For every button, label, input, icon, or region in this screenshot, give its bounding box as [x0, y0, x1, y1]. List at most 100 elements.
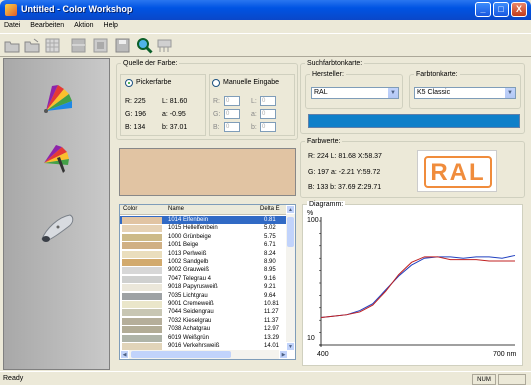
close-button[interactable]: X [511, 2, 527, 17]
spectrometer-icon[interactable] [38, 209, 78, 245]
color-cell [122, 217, 162, 224]
manual-a-label: a: [251, 111, 257, 118]
series-line-1 [320, 256, 515, 318]
main-panel: Quelle der Farbe: Pickerfarbe R: 225 G: … [112, 58, 528, 370]
picker-r: R: 225 [125, 98, 146, 105]
grid-icon[interactable] [44, 37, 61, 54]
save-icon[interactable] [24, 37, 41, 54]
name-cell: 1014 Elfenbein [168, 217, 209, 223]
scroll-thumb[interactable] [287, 217, 294, 247]
picker-label: Pickerfarbe [136, 79, 172, 86]
values-row-1: R: 224 L: 81.68 X:58.37 [308, 153, 382, 160]
hscroll-thumb[interactable] [131, 351, 231, 358]
table-row[interactable]: 1013 Perlweiß 8.24 [120, 250, 288, 258]
farbtonkarte-select[interactable]: K5 Classic ▼ [414, 87, 516, 99]
color-table[interactable]: Color Name Delta E 1014 Elfenbein 0.81 101… [119, 204, 296, 360]
color-fan-icon[interactable] [38, 81, 78, 117]
floppy-icon[interactable] [114, 37, 131, 54]
picker-g: G: 196 [125, 111, 147, 118]
table-row[interactable]: 1000 Grünbeige 5.75 [120, 233, 288, 241]
delta-cell: 8.24 [264, 250, 276, 257]
hersteller-value: RAL [314, 89, 328, 96]
title-bar[interactable]: Untitled - Color Workshop _ □ X [0, 0, 531, 20]
col-delta[interactable]: Delta E [260, 206, 280, 212]
table-row[interactable]: 9002 Grauweiß 8.95 [120, 266, 288, 275]
manual-r-input[interactable]: 0 [224, 96, 240, 106]
table-row[interactable]: 7047 Telegrau 4 9.16 [120, 275, 288, 283]
hersteller-select[interactable]: RAL ▼ [311, 87, 399, 99]
frame-icon[interactable] [92, 37, 109, 54]
menu-aktion[interactable]: Aktion [70, 20, 97, 29]
measure-icon[interactable] [156, 37, 173, 54]
manual-g-label: G: [213, 111, 221, 118]
manual-radio[interactable] [212, 79, 220, 87]
chevron-down-icon[interactable]: ▼ [387, 88, 398, 98]
delta-cell: 6.71 [264, 242, 276, 249]
picker-radio[interactable] [125, 79, 133, 87]
manual-label: Manuelle Eingabe [223, 79, 280, 86]
toolbar [0, 33, 531, 57]
farbtonkarte-value: K5 Classic [417, 89, 451, 96]
color-cell [122, 326, 162, 334]
window-title: Untitled - Color Workshop [21, 4, 133, 14]
maximize-button[interactable]: □ [493, 2, 509, 17]
delta-cell: 5.02 [264, 225, 276, 232]
table-row[interactable]: 7038 Achatgrau 12.97 [120, 325, 288, 334]
open-icon[interactable] [4, 37, 21, 54]
table-header: Color Name Delta E [120, 205, 288, 215]
table-row[interactable]: 9018 Papyrusweiß 9.21 [120, 283, 288, 292]
split-icon[interactable] [70, 37, 87, 54]
scroll-right-icon[interactable]: ▶ [279, 350, 288, 359]
delta-cell: 9.21 [264, 284, 276, 291]
matched-color-bar [308, 114, 520, 128]
col-name[interactable]: Name [168, 206, 184, 212]
table-row[interactable]: 7035 Lichtgrau 9.64 [120, 292, 288, 300]
menu-bearbeiten[interactable]: Bearbeiten [26, 20, 68, 29]
name-cell: 7047 Telegrau 4 [168, 275, 211, 282]
color-cell [122, 317, 162, 325]
name-cell: 1000 Grünbeige [168, 233, 212, 240]
manual-g-input[interactable]: 0 [224, 109, 240, 119]
table-row[interactable]: 1014 Elfenbein 0.81 [120, 216, 288, 225]
scroll-up-icon[interactable]: ▲ [286, 205, 295, 214]
menu-help[interactable]: Help [100, 20, 122, 29]
status-bar: Ready NUM [0, 371, 531, 385]
delta-cell: 8.95 [264, 267, 276, 274]
horizontal-scrollbar[interactable]: ◀ ▶ [120, 350, 288, 359]
table-row[interactable]: 1002 Sandgelb 8.90 [120, 258, 288, 266]
vertical-scrollbar[interactable]: ▲ ▼ [286, 205, 295, 351]
color-cell [122, 292, 162, 300]
table-row[interactable]: 7032 Kieselgrau 11.37 [120, 317, 288, 325]
color-cell [122, 284, 162, 292]
name-cell: 7032 Kieselgrau [168, 317, 212, 324]
table-row[interactable]: 9001 Cremeweiß 10.81 [120, 300, 288, 308]
series-line-0 [320, 254, 516, 318]
color-swatch [119, 148, 296, 196]
name-cell: 1001 Beige [168, 242, 199, 249]
table-row[interactable]: 1015 Hellelfenbein 5.02 [120, 224, 288, 233]
delta-cell: 8.90 [264, 259, 276, 265]
table-row[interactable]: 6019 Weißgrün 13.29 [120, 334, 288, 342]
manual-a-input[interactable]: 0 [260, 109, 276, 119]
table-row[interactable]: 7044 Seidengrau 11.27 [120, 308, 288, 317]
col-color[interactable]: Color [123, 206, 137, 212]
name-cell: 9002 Grauweiß [168, 267, 210, 274]
app-window: Untitled - Color Workshop _ □ X Datei Be… [0, 0, 531, 385]
picker-fan-icon[interactable] [38, 141, 78, 177]
search-icon[interactable] [136, 37, 153, 54]
manual-b-input[interactable]: 0 [224, 122, 240, 132]
manual-l-input[interactable]: 0 [260, 96, 276, 106]
table-row[interactable]: 1001 Beige 6.71 [120, 241, 288, 250]
minimize-button[interactable]: _ [475, 2, 491, 17]
delta-cell: 11.27 [264, 309, 279, 316]
chevron-down-icon[interactable]: ▼ [504, 88, 515, 98]
manual-bv-input[interactable]: 0 [260, 122, 276, 132]
color-source-legend: Quelle der Farbe: [123, 60, 178, 67]
picker-l: L: 81.60 [162, 98, 188, 105]
scroll-left-icon[interactable]: ◀ [120, 350, 129, 359]
color-cell [122, 267, 162, 275]
search-card-legend: Suchfarbtonkarte: [307, 60, 363, 67]
color-cell [122, 225, 162, 233]
app-icon [5, 4, 17, 16]
menu-datei[interactable]: Datei [0, 20, 24, 29]
